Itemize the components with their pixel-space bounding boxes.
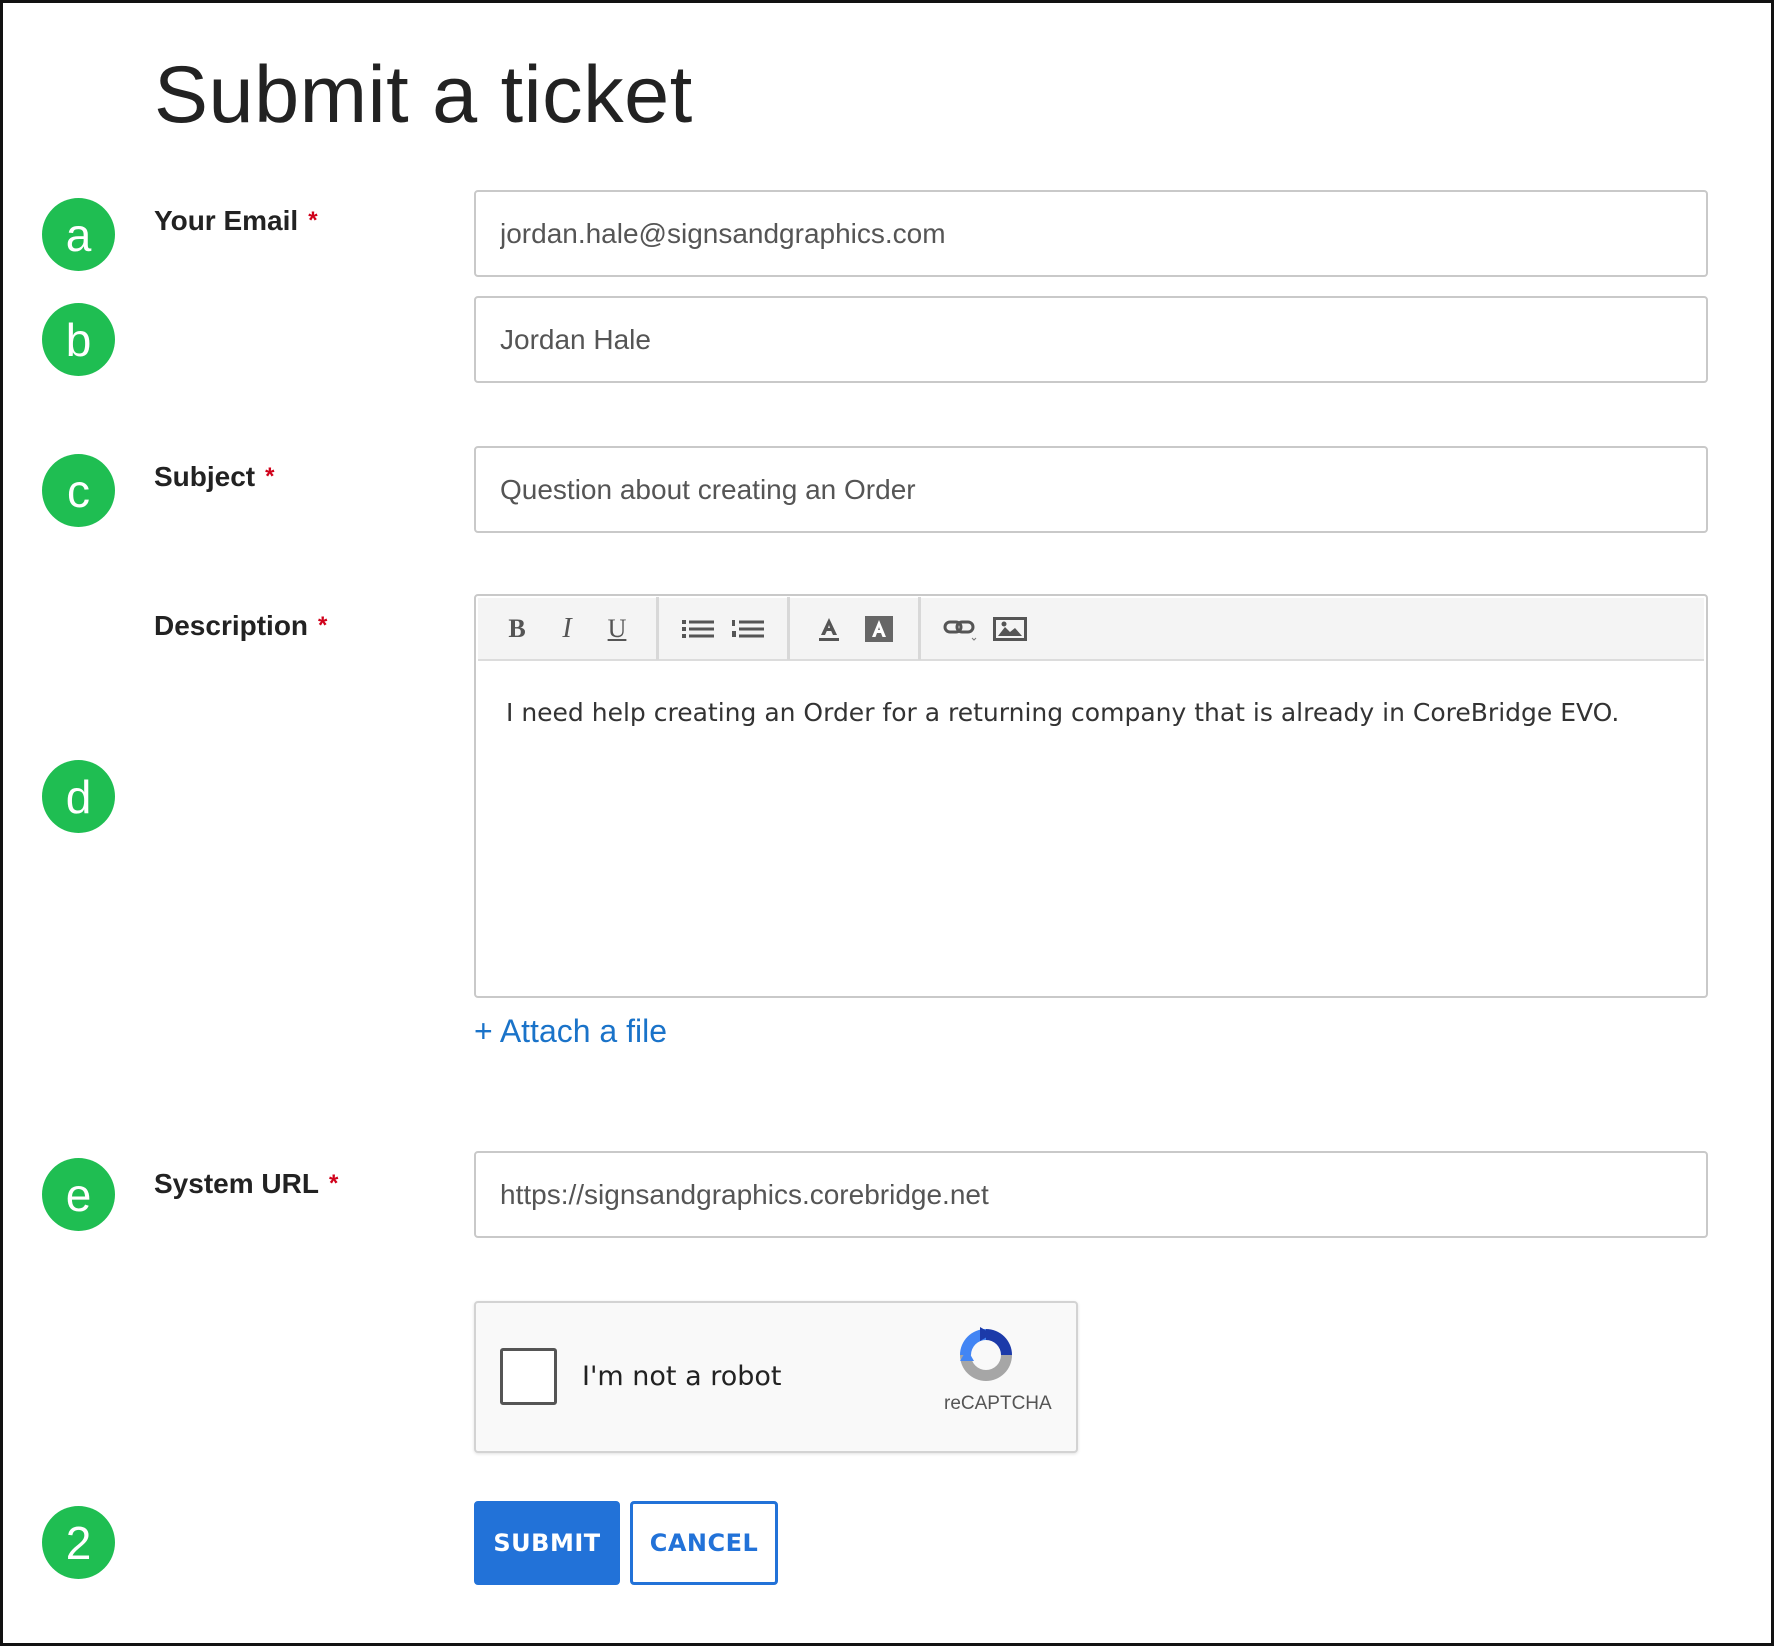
email-label-text: Your Email <box>154 205 299 236</box>
description-text[interactable]: I need help creating an Order for a retu… <box>506 698 1676 727</box>
insert-group <box>921 597 1049 660</box>
name-field[interactable] <box>474 296 1708 383</box>
email-field[interactable] <box>474 190 1708 277</box>
recaptcha-label: I'm not a robot <box>582 1361 782 1392</box>
description-editor: B I U I need help creating an Order for … <box>474 594 1708 998</box>
recaptcha-logo-icon <box>960 1327 1012 1381</box>
marker-d: d <box>42 760 115 833</box>
color-group <box>790 597 921 660</box>
required-mark: * <box>265 463 275 490</box>
numbered-list-icon[interactable] <box>723 607 773 651</box>
text-color-icon[interactable] <box>804 607 854 651</box>
system-url-label: System URL * <box>154 1168 338 1200</box>
marker-2: 2 <box>42 1506 115 1579</box>
bold-button[interactable]: B <box>492 607 542 651</box>
recaptcha-checkbox[interactable] <box>500 1348 557 1405</box>
list-group <box>659 597 790 660</box>
submit-button[interactable]: SUBMIT <box>474 1501 620 1585</box>
description-label: Description * <box>154 610 327 642</box>
cancel-button[interactable]: CANCEL <box>630 1501 778 1585</box>
marker-e: e <box>42 1158 115 1231</box>
italic-button[interactable]: I <box>542 607 592 651</box>
system-url-label-text: System URL <box>154 1168 319 1199</box>
subject-label: Subject * <box>154 461 274 493</box>
subject-label-text: Subject <box>154 461 256 492</box>
system-url-field[interactable] <box>474 1151 1708 1238</box>
required-mark: * <box>318 612 328 639</box>
link-icon[interactable] <box>935 607 985 651</box>
marker-a: a <box>42 198 115 271</box>
marker-b: b <box>42 303 115 376</box>
editor-toolbar: B I U <box>478 597 1704 661</box>
page-frame: Submit a ticket a b c d e 2 Your Email * … <box>0 0 1774 1646</box>
required-mark: * <box>308 207 318 234</box>
marker-c: c <box>42 454 115 527</box>
description-label-text: Description <box>154 610 309 641</box>
format-group: B I U <box>478 597 659 660</box>
bullet-list-icon[interactable] <box>673 607 723 651</box>
subject-field[interactable] <box>474 446 1708 533</box>
background-color-icon[interactable] <box>854 607 904 651</box>
required-mark: * <box>328 1170 339 1197</box>
recaptcha-widget: I'm not a robot reCAPTCHA <box>474 1301 1078 1453</box>
underline-button[interactable]: U <box>592 607 642 651</box>
recaptcha-brand: reCAPTCHA <box>944 1393 1052 1414</box>
attach-file-link[interactable]: + Attach a file <box>474 1013 667 1050</box>
email-label: Your Email * <box>154 205 318 237</box>
page-title: Submit a ticket <box>154 50 693 140</box>
image-icon[interactable] <box>985 607 1035 651</box>
